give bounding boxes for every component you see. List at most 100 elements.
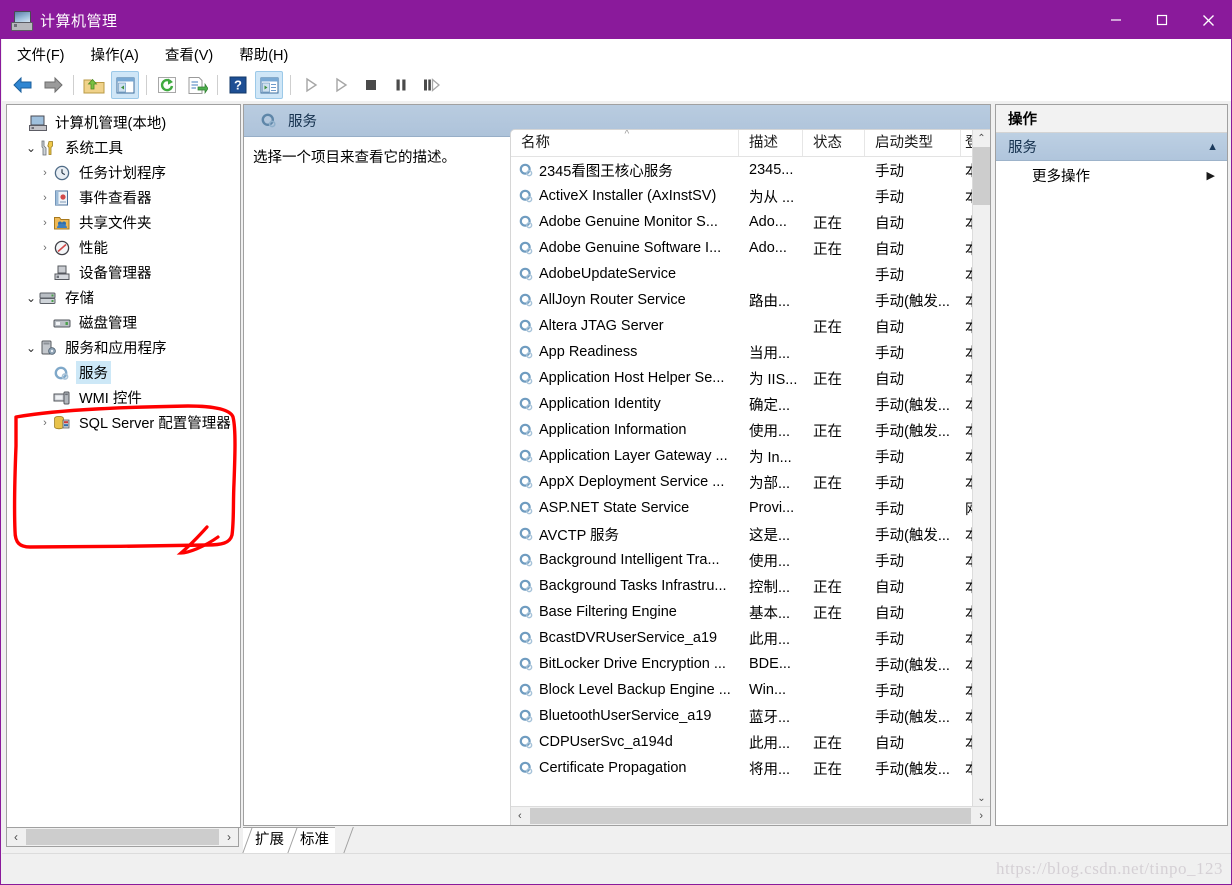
scroll-right-icon[interactable]: ›	[972, 808, 990, 825]
menu-help[interactable]: 帮助(H)	[228, 41, 299, 68]
tree-item-shared-folders[interactable]: › 共享文件夹	[7, 210, 240, 235]
table-row[interactable]: AVCTP 服务这是...手动(触发...本	[511, 521, 990, 547]
table-row[interactable]: CDPUserSvc_a194d此用...正在自动本	[511, 729, 990, 755]
scrollbar-thumb[interactable]	[529, 808, 972, 824]
cell-description: 这是...	[749, 527, 791, 544]
table-row[interactable]: App Readiness当用...手动本	[511, 339, 990, 365]
cell-status: 正在	[813, 475, 842, 492]
column-header-description[interactable]: 描述	[739, 130, 803, 156]
tree-twisty-collapsed[interactable]: ›	[37, 242, 53, 254]
services-list-view[interactable]: ^ 名称 描述 状态 启动类型 登 2345看图王核心服务2345...手动本A…	[510, 129, 990, 825]
tree-item-services-and-applications[interactable]: ⌄ 服务和应用程序	[7, 335, 240, 360]
tree-twisty-collapsed[interactable]: ›	[37, 217, 53, 229]
resume-service-icon[interactable]	[328, 72, 354, 98]
start-service-icon[interactable]	[298, 72, 324, 98]
menu-action[interactable]: 操作(A)	[80, 41, 150, 68]
table-row[interactable]: ActiveX Installer (AxInstSV)为从 ...手动本	[511, 183, 990, 209]
table-row[interactable]: Base Filtering Engine基本...正在自动本	[511, 599, 990, 625]
actions-group-services[interactable]: 服务 ▲	[996, 133, 1227, 161]
scroll-left-icon[interactable]: ‹	[7, 828, 25, 846]
table-row[interactable]: Certificate Propagation将用...正在手动(触发...本	[511, 755, 990, 781]
stop-service-icon[interactable]	[358, 72, 384, 98]
services-list-rows[interactable]: 2345看图王核心服务2345...手动本ActiveX Installer (…	[511, 157, 990, 807]
folder-up-icon[interactable]	[81, 72, 107, 98]
collapse-up-icon[interactable]: ▲	[1207, 141, 1218, 153]
scrollbar-thumb[interactable]	[973, 147, 990, 205]
tree-twisty-expanded[interactable]: ⌄	[23, 141, 39, 155]
table-row[interactable]: Block Level Backup Engine ...Win...手动本	[511, 677, 990, 703]
tree-horizontal-scrollbar[interactable]: ‹ ›	[6, 827, 239, 847]
table-row[interactable]: Adobe Genuine Software I...Ado...正在自动本	[511, 235, 990, 261]
scroll-right-icon[interactable]: ›	[220, 828, 238, 846]
scrollbar-thumb[interactable]	[26, 829, 219, 845]
refresh-icon[interactable]	[154, 72, 180, 98]
console-tree[interactable]: 计算机管理(本地) ⌄ 系统工具 › 任务计划程序 › 事件查看器 › 共享文件…	[6, 104, 241, 828]
table-row[interactable]: Background Intelligent Tra...使用...手动本	[511, 547, 990, 573]
table-row[interactable]: Application Layer Gateway ...为 In...手动本	[511, 443, 990, 469]
help-icon[interactable]: ?	[225, 72, 251, 98]
tree-item-label: 性能	[79, 241, 108, 257]
tree-item-services[interactable]: 服务	[7, 360, 240, 385]
maximize-button[interactable]	[1139, 1, 1185, 39]
table-row[interactable]: Altera JTAG Server正在自动本	[511, 313, 990, 339]
service-gear-icon	[518, 578, 535, 594]
tree-item-task-scheduler[interactable]: › 任务计划程序	[7, 160, 240, 185]
minimize-button[interactable]	[1093, 1, 1139, 39]
table-row[interactable]: BcastDVRUserService_a19此用...手动本	[511, 625, 990, 651]
close-button[interactable]	[1185, 1, 1231, 39]
table-row[interactable]: BluetoothUserService_a19蓝牙...手动(触发...本	[511, 703, 990, 729]
action-more-actions[interactable]: 更多操作 ▶	[996, 161, 1227, 189]
tree-twisty-collapsed[interactable]: ›	[37, 192, 53, 204]
cell-service-name: 2345看图王核心服务	[511, 160, 739, 181]
scroll-down-icon[interactable]: ⌄	[973, 790, 990, 807]
tree-item-storage[interactable]: ⌄ 存储	[7, 285, 240, 310]
tree-twisty-expanded[interactable]: ⌄	[23, 291, 39, 305]
restart-service-icon[interactable]	[418, 72, 444, 98]
table-row[interactable]: AppX Deployment Service ...为部...正在手动本	[511, 469, 990, 495]
table-row[interactable]: Background Tasks Infrastru...控制...正在自动本	[511, 573, 990, 599]
cell-service-name: App Readiness	[511, 344, 739, 360]
table-row[interactable]: AdobeUpdateService手动本	[511, 261, 990, 287]
tab-standard[interactable]: 标准	[288, 827, 335, 855]
cell-description: 路由...	[749, 293, 791, 310]
tree-item-label: 磁盘管理	[79, 316, 137, 332]
list-horizontal-scrollbar[interactable]: ‹ ›	[511, 806, 990, 825]
pause-service-icon[interactable]	[388, 72, 414, 98]
show-action-pane-icon[interactable]	[255, 71, 283, 99]
forward-icon[interactable]	[40, 72, 66, 98]
tree-twisty-expanded[interactable]: ⌄	[23, 341, 39, 355]
column-header-status[interactable]: 状态	[803, 130, 865, 156]
export-list-icon[interactable]	[184, 72, 210, 98]
tree-item-device-manager[interactable]: 设备管理器	[7, 260, 240, 285]
column-header-name[interactable]: ^ 名称	[511, 130, 739, 156]
tree-item-wmi-control[interactable]: WMI 控件	[7, 385, 240, 410]
tree-item-performance[interactable]: › 性能	[7, 235, 240, 260]
table-row[interactable]: BitLocker Drive Encryption ... BDE... 手动(触…	[511, 651, 990, 677]
table-row[interactable]: Adobe Genuine Monitor S...Ado...正在自动本	[511, 209, 990, 235]
table-row[interactable]: AllJoyn Router Service路由...手动(触发...本	[511, 287, 990, 313]
tree-item-disk-management[interactable]: 磁盘管理	[7, 310, 240, 335]
list-vertical-scrollbar[interactable]: ⌃ ⌄	[972, 130, 990, 807]
tree-twisty-collapsed[interactable]: ›	[37, 167, 53, 179]
list-column-headers: ^ 名称 描述 状态 启动类型 登	[511, 130, 990, 157]
tree-twisty-collapsed[interactable]: ›	[37, 417, 53, 429]
menu-view[interactable]: 查看(V)	[154, 41, 224, 68]
show-console-tree-icon[interactable]	[111, 71, 139, 99]
table-row[interactable]: ASP.NET State ServiceProvi...手动网	[511, 495, 990, 521]
tree-item-system-tools[interactable]: ⌄ 系统工具	[7, 135, 240, 160]
tree-item-event-viewer[interactable]: › 事件查看器	[7, 185, 240, 210]
table-row[interactable]: 2345看图王核心服务2345...手动本	[511, 157, 990, 183]
menu-file[interactable]: 文件(F)	[6, 41, 76, 68]
table-row[interactable]: Application Host Helper Se... 为 IIS... 正在 自…	[511, 365, 990, 391]
scroll-left-icon[interactable]: ‹	[511, 808, 529, 825]
tree-item-sql-server-configuration-manager[interactable]: › SQL Server 配置管理器	[7, 410, 240, 435]
cell-status: 正在	[813, 605, 842, 622]
back-icon[interactable]	[10, 72, 36, 98]
table-row[interactable]: Application Identity确定...手动(触发...本	[511, 391, 990, 417]
tab-extended[interactable]: 扩展	[243, 827, 290, 855]
scroll-up-icon[interactable]: ⌃	[973, 130, 990, 147]
tree-item-computer-management[interactable]: 计算机管理(本地)	[7, 110, 240, 135]
table-row[interactable]: Application Information使用...正在手动(触发...本	[511, 417, 990, 443]
cell-status: 正在	[813, 735, 842, 752]
column-header-startup-type[interactable]: 启动类型	[865, 130, 961, 156]
